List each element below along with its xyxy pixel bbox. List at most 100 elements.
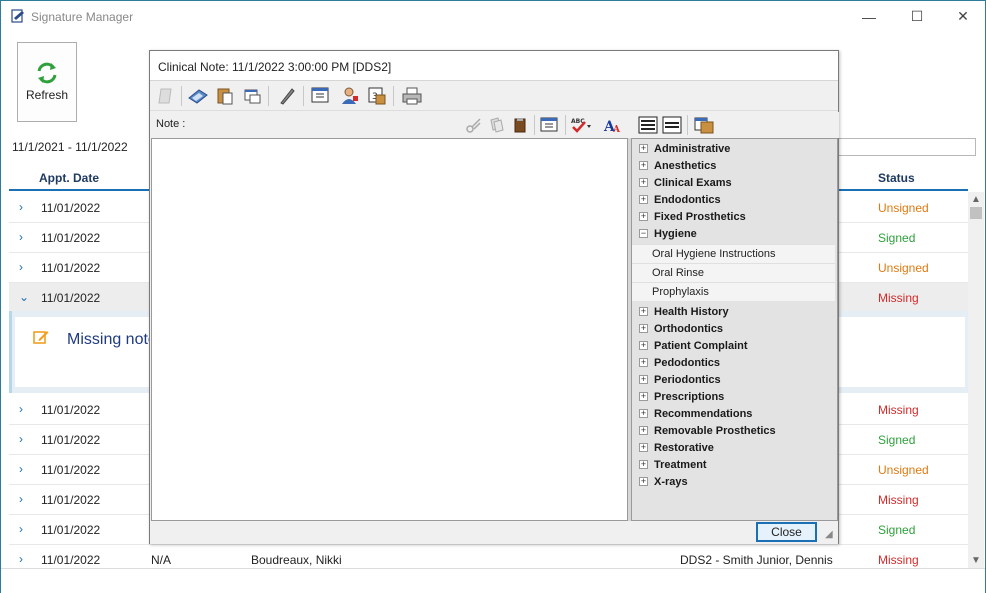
- expand-plus-icon[interactable]: +: [639, 477, 648, 486]
- tree-node-endodontics[interactable]: + Endodontics: [632, 192, 837, 209]
- maximize-button[interactable]: ☐: [894, 1, 940, 32]
- doctor-icon: [342, 87, 358, 104]
- refresh-button[interactable]: Refresh: [17, 42, 77, 122]
- scroll-down-icon[interactable]: ▼: [971, 555, 981, 566]
- collapse-chevron-icon[interactable]: ⌄: [19, 290, 29, 304]
- filter-input[interactable]: [833, 138, 976, 156]
- status-text: Missing: [878, 493, 919, 507]
- tree-node-anesthetics[interactable]: + Anesthetics: [632, 158, 837, 175]
- tree-node-label: Health History: [654, 306, 729, 318]
- tree-node-restorative[interactable]: + Restorative: [632, 440, 837, 457]
- expand-plus-icon[interactable]: +: [639, 195, 648, 204]
- expand-chevron-icon[interactable]: ›: [19, 200, 23, 214]
- expand-plus-icon[interactable]: +: [639, 409, 648, 418]
- tree-node-clinical-exams[interactable]: + Clinical Exams: [632, 175, 837, 192]
- tree-node-removable-prosthetics[interactable]: + Removable Prosthetics: [632, 423, 837, 440]
- scroll-thumb[interactable]: [970, 207, 982, 219]
- expand-plus-icon[interactable]: +: [639, 341, 648, 350]
- template-button[interactable]: [309, 84, 333, 108]
- tree-child-oral-rinse[interactable]: Oral Rinse: [632, 263, 835, 282]
- tree-node-treatment[interactable]: + Treatment: [632, 457, 837, 474]
- tree-node-administrative[interactable]: + Administrative: [632, 141, 837, 158]
- vertical-scrollbar[interactable]: ▲ ▼: [968, 192, 984, 568]
- row-date: 11/01/2022: [41, 261, 101, 275]
- note-text-area[interactable]: [151, 138, 628, 521]
- status-text: Unsigned: [878, 261, 929, 275]
- expand-chevron-icon[interactable]: ›: [19, 462, 23, 476]
- row-date: 11/01/2022: [41, 403, 101, 417]
- expand-chevron-icon[interactable]: ›: [19, 432, 23, 446]
- expand-all-button[interactable]: [637, 114, 659, 136]
- print-button[interactable]: [400, 84, 424, 108]
- status-text: Unsigned: [878, 463, 929, 477]
- expand-plus-icon[interactable]: +: [639, 443, 648, 452]
- copy-button[interactable]: [241, 84, 265, 108]
- font-button[interactable]: AA: [602, 114, 624, 136]
- expand-plus-icon[interactable]: +: [639, 375, 648, 384]
- expand-chevron-icon[interactable]: ›: [19, 552, 23, 566]
- expand-plus-icon[interactable]: +: [639, 426, 648, 435]
- save-button[interactable]: [186, 84, 210, 108]
- manage-templates-button[interactable]: [693, 114, 715, 136]
- expand-plus-icon[interactable]: +: [639, 358, 648, 367]
- expand-chevron-icon[interactable]: ›: [19, 522, 23, 536]
- tree-node-label: Anesthetics: [654, 160, 717, 172]
- blank-page-icon: [158, 88, 172, 104]
- sign-button[interactable]: [275, 84, 299, 108]
- tree-node-orthodontics[interactable]: + Orthodontics: [632, 321, 837, 338]
- expand-chevron-icon[interactable]: ›: [19, 492, 23, 506]
- tree-node-fixed-prosthetics[interactable]: + Fixed Prosthetics: [632, 209, 837, 226]
- row-date: 11/01/2022: [41, 433, 101, 447]
- tree-node-hygiene[interactable]: − Hygiene: [632, 226, 837, 243]
- close-button[interactable]: Close: [756, 522, 817, 542]
- provider-button[interactable]: [337, 84, 361, 108]
- refresh-label: Refresh: [25, 88, 69, 102]
- cut-button[interactable]: [463, 114, 485, 136]
- paste-text-button[interactable]: [509, 114, 531, 136]
- collapse-minus-icon[interactable]: −: [639, 229, 648, 238]
- tree-node-recommendations[interactable]: + Recommendations: [632, 406, 837, 423]
- expand-plus-icon[interactable]: +: [639, 144, 648, 153]
- expand-plus-icon[interactable]: +: [639, 178, 648, 187]
- font-icon: AA: [603, 119, 621, 134]
- insert-template-button[interactable]: [539, 114, 561, 136]
- close-window-button[interactable]: ✕: [940, 1, 986, 32]
- table-row[interactable]: › 11/01/2022 N/A Boudreaux, Nikki DDS2 -…: [9, 545, 968, 568]
- scroll-up-icon[interactable]: ▲: [971, 194, 981, 205]
- edit-note-icon[interactable]: [33, 329, 49, 345]
- minimize-button[interactable]: —: [846, 1, 892, 32]
- new-note-button[interactable]: [154, 84, 178, 108]
- tree-node-pedodontics[interactable]: + Pedodontics: [632, 355, 837, 372]
- expand-plus-icon[interactable]: +: [639, 460, 648, 469]
- collapse-all-button[interactable]: [661, 114, 683, 136]
- header-status[interactable]: Status: [878, 171, 915, 185]
- pen-icon: [280, 88, 295, 105]
- dialog-toolbar: 3: [150, 81, 838, 111]
- tree-child-prophylaxis[interactable]: Prophylaxis: [632, 282, 835, 301]
- expand-chevron-icon[interactable]: ›: [19, 230, 23, 244]
- tree-node-periodontics[interactable]: + Periodontics: [632, 372, 837, 389]
- tree-node-label: Fixed Prosthetics: [654, 211, 746, 223]
- calendar-button[interactable]: 3: [365, 84, 389, 108]
- expand-plus-icon[interactable]: +: [639, 212, 648, 221]
- tree-node-label: Recommendations: [654, 408, 753, 420]
- expand-chevron-icon[interactable]: ›: [19, 260, 23, 274]
- expand-plus-icon[interactable]: +: [639, 161, 648, 170]
- header-appt-date[interactable]: Appt. Date: [39, 171, 99, 185]
- expand-chevron-icon[interactable]: ›: [19, 402, 23, 416]
- tree-node-patient-complaint[interactable]: + Patient Complaint: [632, 338, 837, 355]
- row-date: 11/01/2022: [41, 463, 101, 477]
- copy-text-button[interactable]: [486, 114, 508, 136]
- resize-grip-icon[interactable]: ◢: [825, 529, 837, 541]
- expand-plus-icon[interactable]: +: [639, 392, 648, 401]
- tree-node-prescriptions[interactable]: + Prescriptions: [632, 389, 837, 406]
- tree-child-oral-hygiene-instructions[interactable]: Oral Hygiene Instructions: [632, 244, 835, 263]
- tree-node-x-rays[interactable]: + X-rays: [632, 474, 837, 491]
- expand-plus-icon[interactable]: +: [639, 307, 648, 316]
- tree-child-label: Oral Rinse: [652, 267, 704, 279]
- status-text: Missing: [878, 403, 919, 417]
- tree-node-health-history[interactable]: + Health History: [632, 304, 837, 321]
- spell-check-button[interactable]: ABC: [570, 114, 592, 136]
- expand-plus-icon[interactable]: +: [639, 324, 648, 333]
- paste-button[interactable]: [213, 84, 237, 108]
